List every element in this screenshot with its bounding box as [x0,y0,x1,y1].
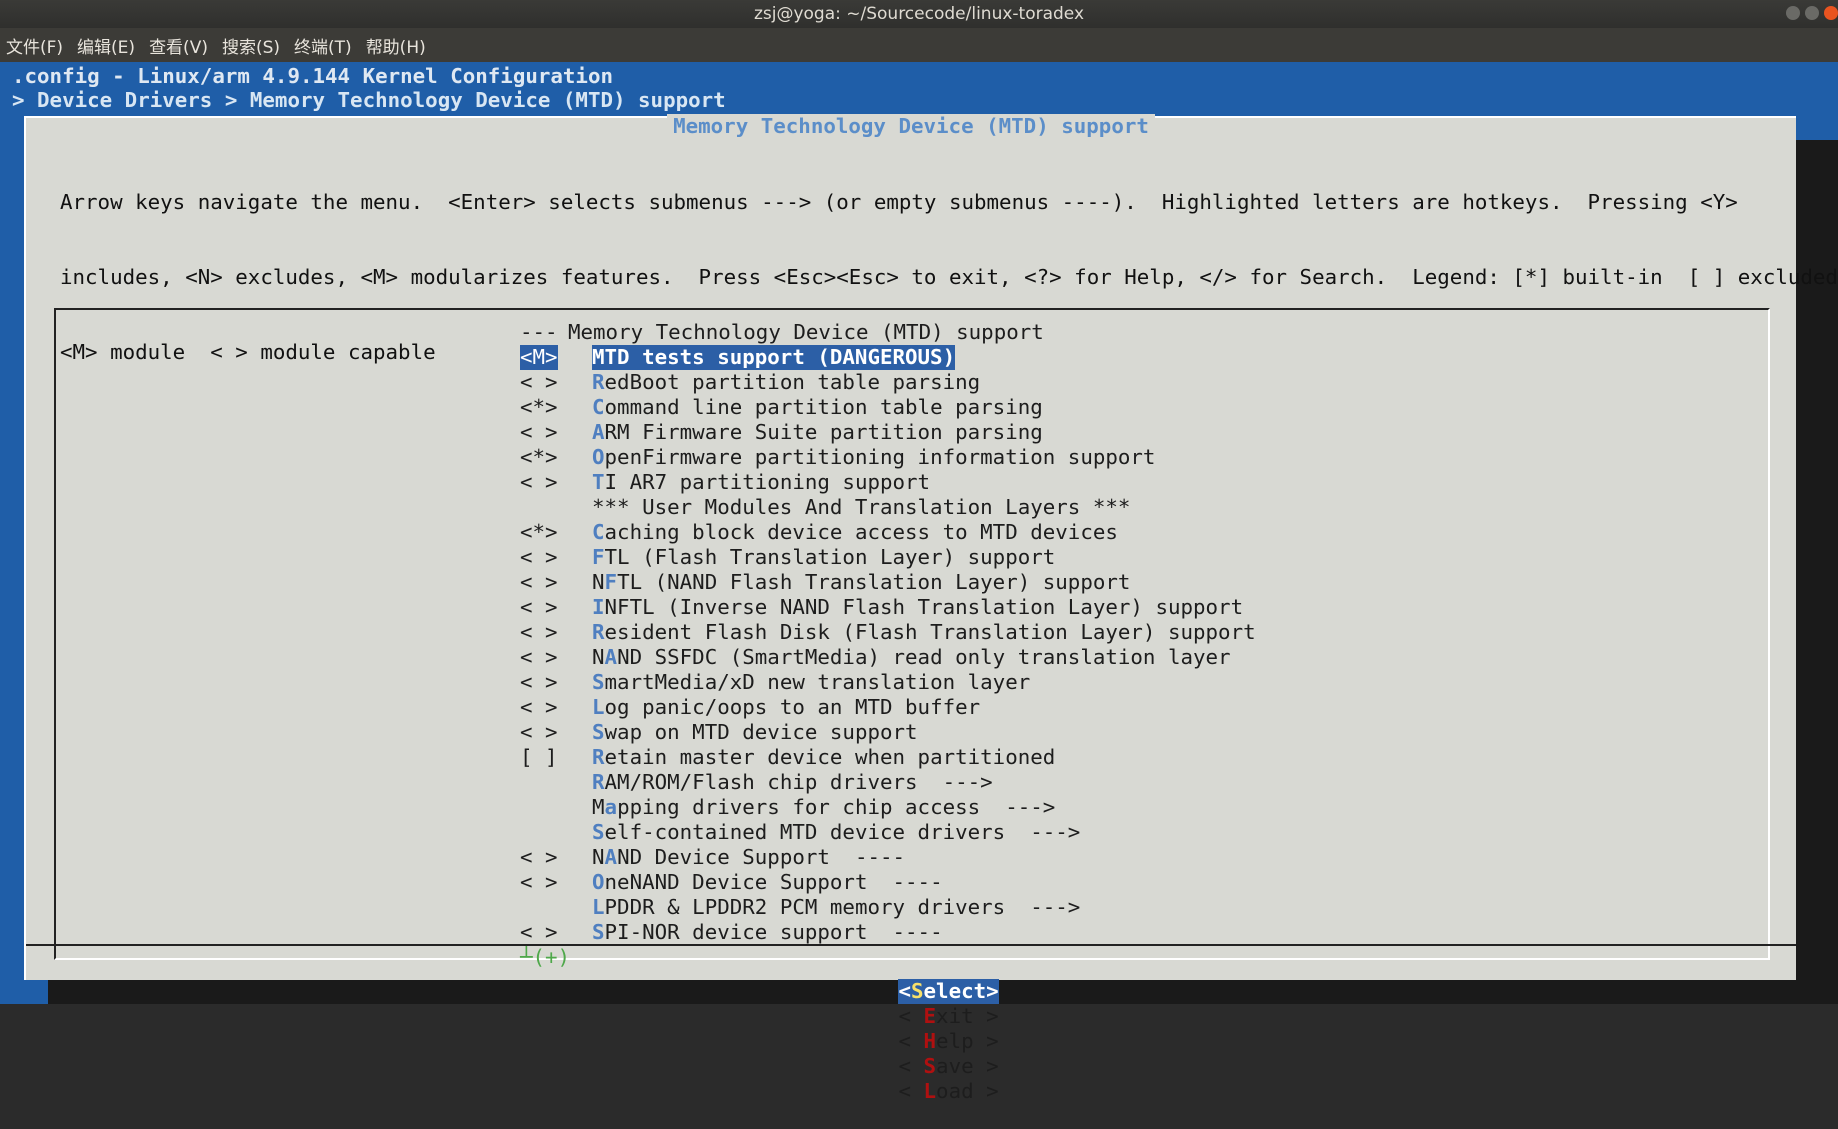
menu-edit[interactable]: 编辑(E) [77,33,135,58]
menu-search[interactable]: 搜索(S) [222,33,280,58]
hotkey-letter: S [592,670,605,694]
item-label: FTL (Flash Translation Layer) support [592,545,1056,569]
help-line: Arrow keys navigate the menu. <Enter> se… [60,190,1738,214]
item-label: INFTL (Inverse NAND Flash Translation La… [592,595,1244,619]
hotkey-letter: R [592,620,605,644]
item-label: *** User Modules And Translation Layers … [592,495,1131,519]
item-label: SPI-NOR device support ---- [592,920,943,944]
item-label: Resident Flash Disk (Flash Translation L… [592,620,1256,644]
item-label: Self-contained MTD device drivers ---> [592,820,1081,844]
menuconfig-dialog: Memory Technology Device (MTD) support A… [24,114,1838,1103]
item-flag: < > [520,670,558,694]
maximize-button[interactable] [1805,6,1819,20]
item-label: Swap on MTD device support [592,720,918,744]
item-label: OneNAND Device Support ---- [592,870,943,894]
hotkey-letter: F [592,545,605,569]
hotkey-letter: L [592,695,605,719]
item-label: Command line partition table parsing [592,395,1043,419]
item-flag: < > [520,420,558,444]
item-label: RAM/ROM/Flash chip drivers ---> [592,770,993,794]
window-title: zsj@yoga: ~/Sourcecode/linux-toradex [753,4,1085,24]
item-label: NFTL (NAND Flash Translation Layer) supp… [592,570,1131,594]
item-label: Caching block device access to MTD devic… [592,520,1118,544]
breadcrumb: > Device Drivers > Memory Technology Dev… [12,88,726,112]
item-flag: < > [520,920,558,944]
close-button[interactable] [1824,6,1838,20]
item-label: Log panic/oops to an MTD buffer [592,695,981,719]
item-flag: < > [520,620,558,644]
item-flag: < > [520,370,558,394]
item-flag: --- [520,320,558,344]
item-flag: < > [520,720,558,744]
item-label: NAND SSFDC (SmartMedia) read only transl… [592,645,1231,669]
item-label: TI AR7 partitioning support [592,470,931,494]
help-button[interactable]: < Help > [898,1029,998,1054]
item-label: MTD tests support (DANGEROUS) [592,345,956,370]
window-controls [1786,6,1838,20]
minimize-button[interactable] [1786,6,1800,20]
menu-view[interactable]: 查看(V) [149,33,208,58]
hotkey-letter: O [592,870,605,894]
item-label: SmartMedia/xD new translation layer [592,670,1031,694]
item-flag: <M> [520,345,558,370]
hotkey-letter: A [592,420,605,444]
item-label: Memory Technology Device (MTD) support [568,320,1044,344]
hotkey-letter: A [604,645,618,669]
hotkey-letter: R [592,770,605,794]
terminal-menubar: 文件(F) 编辑(E) 查看(V) 搜索(S) 终端(T) 帮助(H) [0,28,1838,62]
item-flag: [ ] [520,745,558,769]
config-header: .config - Linux/arm 4.9.144 Kernel Confi… [12,64,613,88]
item-flag: < > [520,570,558,594]
hotkey-letter: a [604,795,618,819]
hotkey-letter: O [592,445,605,469]
menu-terminal[interactable]: 终端(T) [294,33,352,58]
item-flag: <*> [520,520,558,544]
hotkey-letter: R [592,370,605,394]
item-flag: < > [520,470,558,494]
save-button[interactable]: < Save > [898,1054,998,1079]
help-line: includes, <N> excludes, <M> modularizes … [60,265,1838,289]
item-label: RedBoot partition table parsing [592,370,981,394]
hotkey-letter: F [604,570,618,594]
hotkey-letter: S [592,920,605,944]
hotkey-letter: C [592,520,605,544]
button-row: <Select> < Exit > < Help > < Save > < Lo… [26,954,1796,1129]
item-label: LPDDR & LPDDR2 PCM memory drivers ---> [592,895,1081,919]
item-flag: < > [520,845,558,869]
button-separator [26,944,1796,946]
item-flag: <*> [520,445,558,469]
window-titlebar: zsj@yoga: ~/Sourcecode/linux-toradex [0,0,1838,28]
dialog-title: Memory Technology Device (MTD) support [26,114,1796,139]
menu-list: --- Memory Technology Device (MTD) suppor… [54,308,1770,969]
item-label: ARM Firmware Suite partition parsing [592,420,1043,444]
load-button[interactable]: < Load > [898,1079,998,1104]
item-label: Mapping drivers for chip access ---> [592,795,1056,819]
item-flag: < > [520,870,558,894]
hotkey-letter: T [592,470,605,494]
menu-file[interactable]: 文件(F) [6,33,63,58]
hotkey-letter: A [604,845,618,869]
hotkey-letter: C [592,395,605,419]
hotkey-letter: I [592,595,605,619]
item-label: Retain master device when partitioned [592,745,1056,769]
item-flag: < > [520,595,558,619]
exit-button[interactable]: < Exit > [898,1004,998,1029]
item-flag: < > [520,545,558,569]
hotkey-letter: L [592,895,605,919]
select-button[interactable]: <Select> [898,979,999,1004]
item-flag: < > [520,645,558,669]
hotkey-letter: R [592,745,605,769]
hotkey-letter: S [592,820,605,844]
item-flag: <*> [520,395,558,419]
hotkey-letter: S [592,720,605,744]
item-label: OpenFirmware partitioning information su… [592,445,1156,469]
item-flag: < > [520,695,558,719]
terminal-area[interactable]: .config - Linux/arm 4.9.144 Kernel Confi… [0,62,1838,1103]
item-label: NAND Device Support ---- [592,845,906,869]
menu-help[interactable]: 帮助(H) [366,33,426,58]
